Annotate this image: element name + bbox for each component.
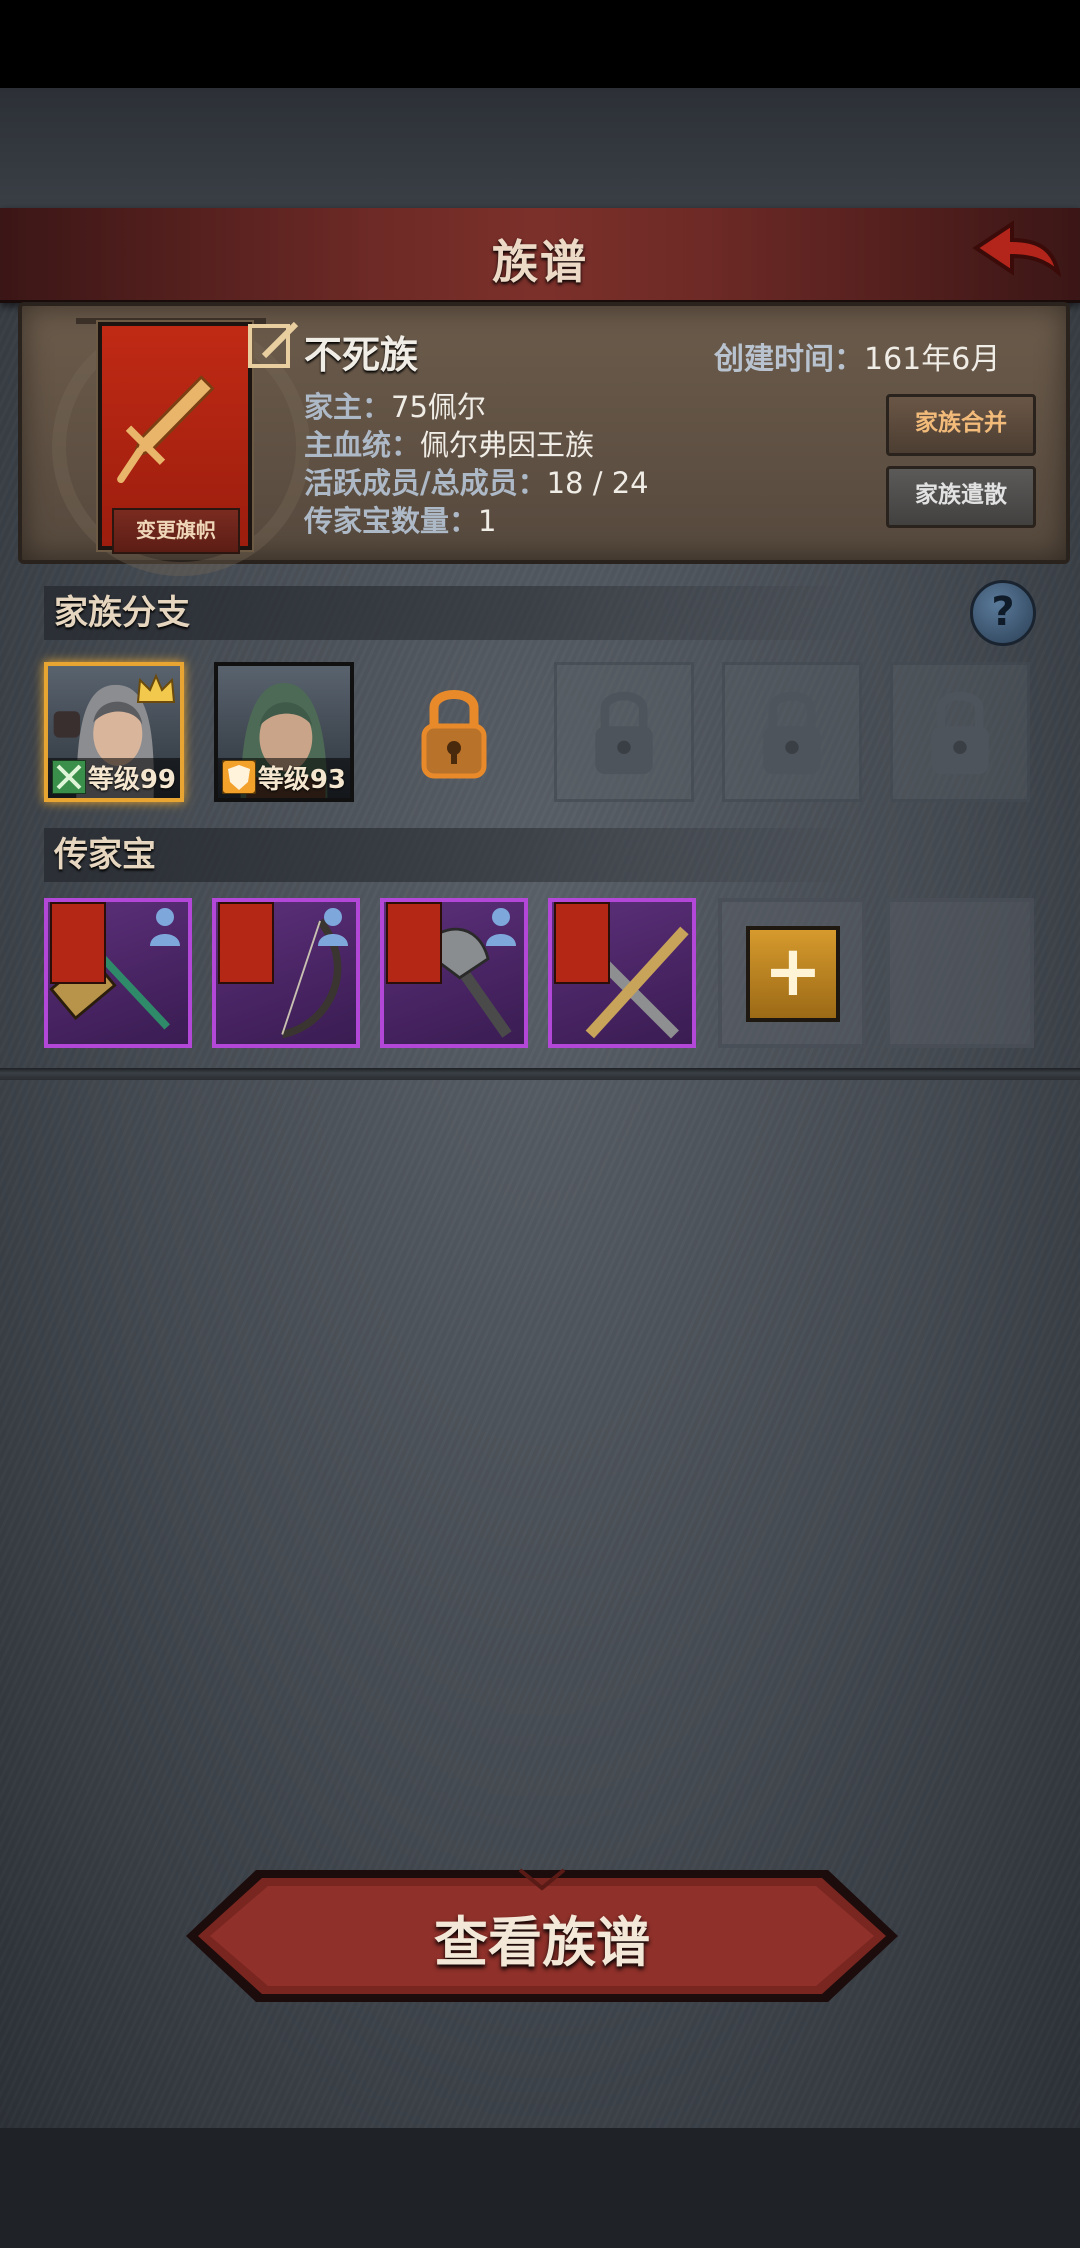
branch-member-1[interactable]: 等级99 xyxy=(44,662,184,802)
back-arrow-icon[interactable] xyxy=(970,210,1070,290)
padlock-icon xyxy=(931,691,989,775)
members-line: 活跃成员/总成员：18 / 24 xyxy=(304,460,649,502)
members-value: 18 / 24 xyxy=(546,466,649,500)
heirloom-slot-empty xyxy=(886,898,1034,1048)
section-divider xyxy=(0,1068,1080,1080)
branches-section-title: 家族分支 xyxy=(44,586,854,640)
heirloom-count-line: 传家宝数量：1 xyxy=(304,498,496,540)
head-value: 75佩尔 xyxy=(391,390,486,424)
heirloom-slot-3[interactable] xyxy=(380,898,528,1048)
family-name: 不死族 xyxy=(304,333,419,377)
page-title: 族谱 xyxy=(492,235,588,289)
branch-member-2[interactable]: 等级93 xyxy=(214,662,354,802)
bottom-band xyxy=(0,2128,1080,2248)
heirloom-count-label: 传家宝数量： xyxy=(304,504,479,538)
bloodline-value: 佩尔弗因王族 xyxy=(420,428,595,462)
heirloom-flag-icon xyxy=(218,902,274,984)
head-label: 家主： xyxy=(304,390,392,424)
person-icon xyxy=(150,908,180,946)
heirloom-flag-icon xyxy=(386,902,442,984)
heirlooms-section-title: 传家宝 xyxy=(44,828,854,882)
created-time-value: 161年6月 xyxy=(864,342,1001,377)
padlock-icon xyxy=(763,691,821,775)
heirloom-slot-1[interactable] xyxy=(44,898,192,1048)
help-icon[interactable]: ? xyxy=(970,580,1036,646)
crossed-swords-badge-icon xyxy=(52,760,86,794)
title-bar: 族谱 xyxy=(0,208,1080,303)
change-banner-button[interactable]: 变更旗帜 xyxy=(112,508,240,554)
family-disband-button[interactable]: 家族遣散 xyxy=(886,466,1036,528)
branch-slot-locked xyxy=(890,662,1030,802)
heirloom-flag-icon xyxy=(554,902,610,984)
head-line: 家主：75佩尔 xyxy=(304,384,486,426)
created-time: 创建时间：161年6月 xyxy=(714,334,1000,378)
member-level: 等级99 xyxy=(87,765,176,795)
crown-icon xyxy=(136,673,176,703)
person-icon xyxy=(318,908,348,946)
add-heirloom-button[interactable]: + xyxy=(746,926,840,1022)
members-label: 活跃成员/总成员： xyxy=(304,466,547,500)
created-time-label: 创建时间： xyxy=(714,342,864,377)
heirloom-flag-icon xyxy=(50,902,106,984)
bloodline-line: 主血统：佩尔弗因王族 xyxy=(304,422,594,464)
heirloom-slot-4[interactable] xyxy=(548,898,696,1048)
family-merge-button[interactable]: 家族合并 xyxy=(886,394,1036,456)
padlock-gold-icon xyxy=(421,690,487,779)
branch-slot-locked xyxy=(554,662,694,802)
view-genealogy-label[interactable]: 查看族谱 xyxy=(180,1898,904,1977)
top-band xyxy=(0,88,1080,208)
bloodline-label: 主血统： xyxy=(304,428,421,462)
dagger-icon xyxy=(117,375,215,484)
person-icon xyxy=(486,908,516,946)
quill-icon xyxy=(248,321,299,368)
branch-slot-locked xyxy=(722,662,862,802)
padlock-icon xyxy=(595,691,653,775)
heirloom-count-value: 1 xyxy=(478,504,497,538)
member-level: 等级93 xyxy=(257,765,346,795)
shield-badge-icon xyxy=(222,760,256,794)
heirloom-slot-2[interactable] xyxy=(212,898,360,1048)
add-heirloom-slot[interactable]: + xyxy=(718,898,866,1048)
branch-slot-unlockable[interactable] xyxy=(384,662,524,802)
